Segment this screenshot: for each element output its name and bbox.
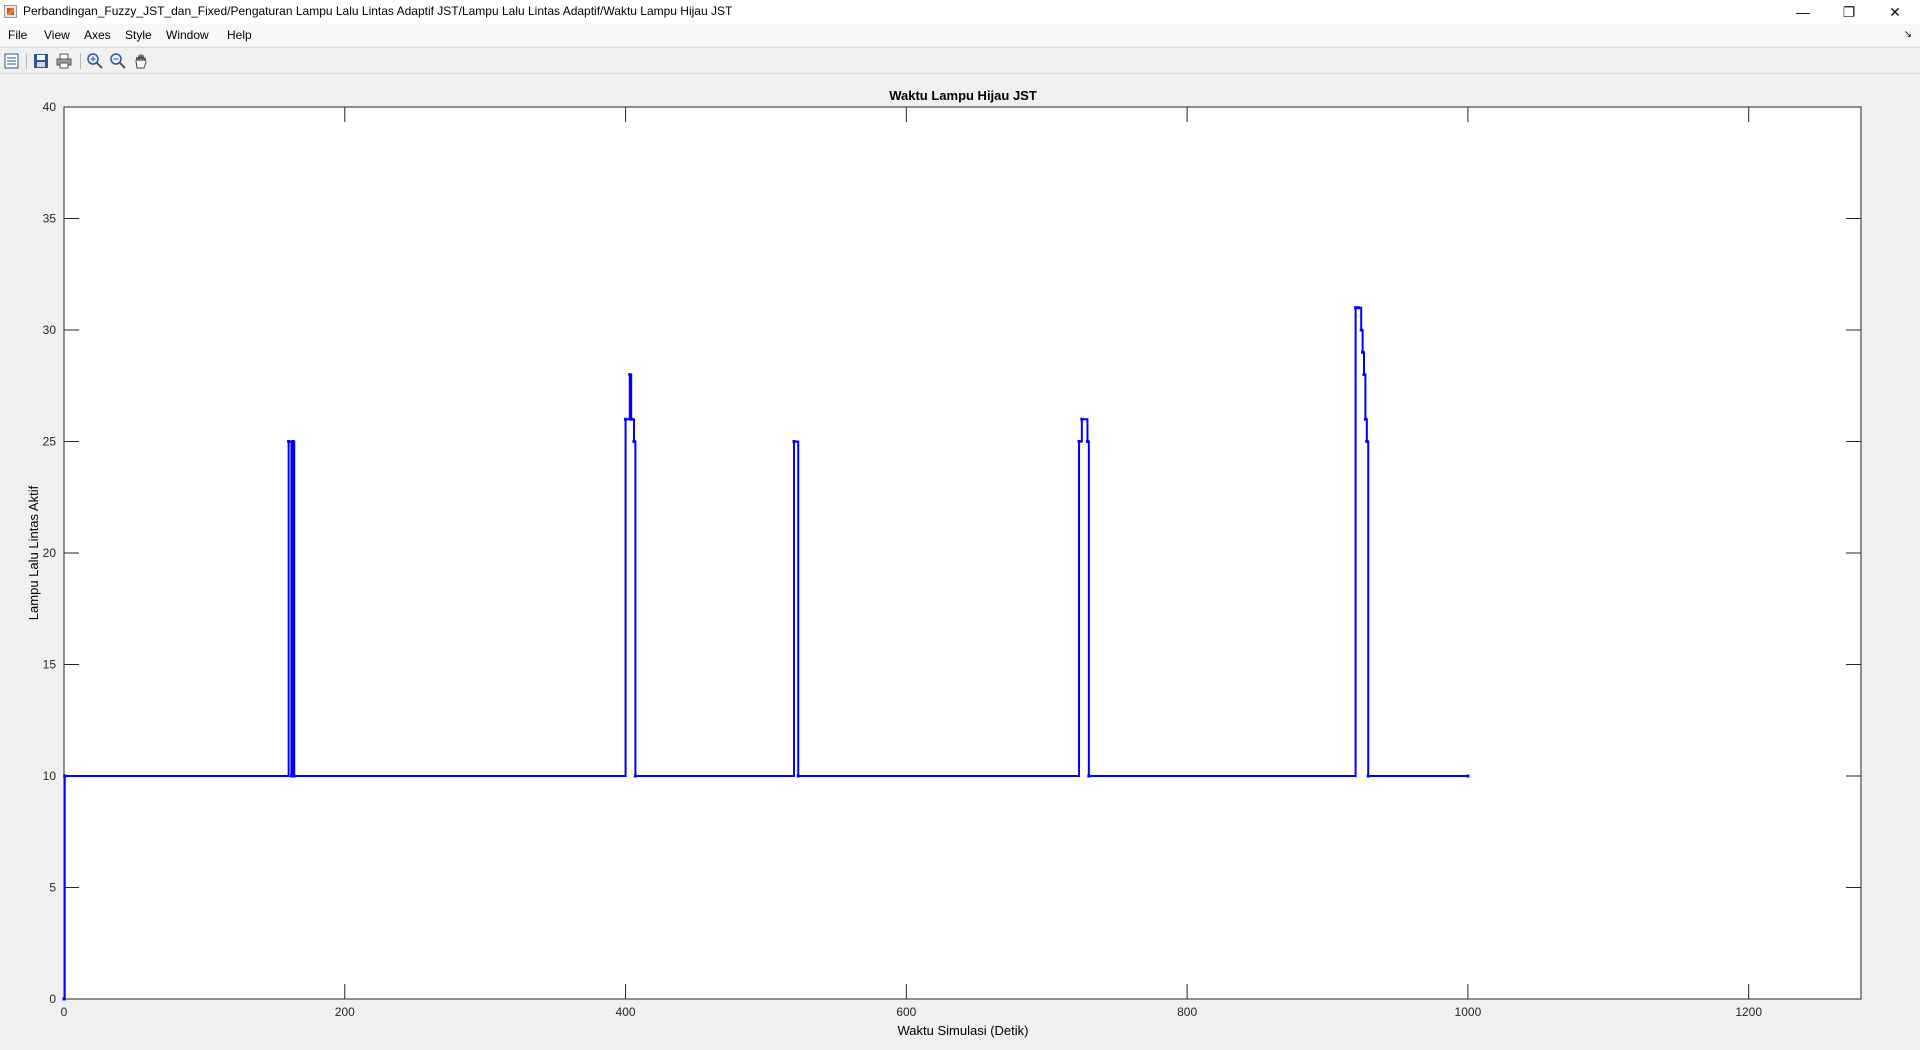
x-tick-label: 200 <box>335 1005 355 1019</box>
data-point <box>62 997 66 1001</box>
menu-bar: File View Axes Style Window Help ↘ <box>0 24 1920 46</box>
data-point <box>792 440 796 443</box>
data-point <box>63 774 67 778</box>
data-point <box>796 774 800 778</box>
data-point <box>1085 440 1089 443</box>
data-point <box>1087 774 1091 778</box>
chart-title: Waktu Lampu Hijau JST <box>889 88 1037 103</box>
plot-canvas[interactable]: 0 200 400 600 800 1000 1200 0 5 10 15 20 25 30 35 40 Wa… <box>0 74 1920 1050</box>
x-tick-label: 1200 <box>1735 1005 1762 1019</box>
x-tick-label: 1000 <box>1455 1005 1482 1019</box>
menu-window[interactable]: Window <box>166 28 209 42</box>
menu-axes[interactable]: Axes <box>84 28 111 42</box>
figure-area: 0 200 400 600 800 1000 1200 0 5 10 15 20 25 30 35 40 Wa… <box>0 74 1920 1050</box>
y-tick-label: 25 <box>43 435 57 449</box>
data-point <box>1362 373 1366 377</box>
data-point <box>628 373 632 377</box>
pan-icon[interactable] <box>132 52 150 70</box>
data-point <box>1366 774 1370 778</box>
data-point <box>287 440 291 443</box>
menu-view[interactable]: View <box>44 28 70 42</box>
minimize-button[interactable]: — <box>1780 0 1826 24</box>
x-axis-label: Waktu Simulasi (Detik) <box>898 1023 1029 1038</box>
zoom-in-icon[interactable] <box>86 52 104 70</box>
menu-style[interactable]: Style <box>125 28 152 42</box>
data-point <box>1356 306 1360 310</box>
x-tick-label: 400 <box>616 1005 636 1019</box>
toolbar <box>0 47 1920 74</box>
y-tick-label: 35 <box>43 212 57 226</box>
y-tick-label: 5 <box>49 881 56 895</box>
matlab-app-icon <box>4 5 17 18</box>
restore-button[interactable]: ❐ <box>1826 0 1872 24</box>
save-icon[interactable] <box>32 52 50 70</box>
window-titlebar: Perbandingan_Fuzzy_JST_dan_Fixed/Pengatu… <box>0 0 1920 24</box>
y-tick-label: 10 <box>43 769 57 783</box>
data-point <box>624 417 628 421</box>
x-tick-label: 0 <box>61 1005 68 1019</box>
data-point <box>291 440 295 443</box>
toolbar-separator <box>80 53 81 69</box>
data-point <box>1354 306 1358 310</box>
data-point <box>632 440 636 443</box>
y-tick-label: 30 <box>43 323 57 337</box>
menu-help[interactable]: Help <box>227 28 252 42</box>
y-tick-label: 40 <box>43 100 57 114</box>
axes-background <box>64 107 1861 999</box>
x-tick-label: 600 <box>896 1005 916 1019</box>
data-point <box>1365 440 1369 443</box>
data-point <box>633 774 637 778</box>
data-point <box>1361 350 1365 354</box>
menu-file[interactable]: File <box>8 28 27 42</box>
data-point <box>1077 440 1081 443</box>
x-tick-label: 800 <box>1177 1005 1197 1019</box>
y-tick-label: 20 <box>43 546 57 560</box>
data-point <box>292 774 296 778</box>
y-tick-label: 0 <box>49 992 56 1006</box>
data-point <box>1080 417 1084 421</box>
y-axis-label: Lampu Lalu Lintas Aktif <box>26 485 41 620</box>
axes-layer <box>63 106 1862 1000</box>
print-icon[interactable] <box>55 52 73 70</box>
data-point <box>1466 774 1470 778</box>
close-button[interactable]: ✕ <box>1872 0 1918 24</box>
parameters-icon[interactable] <box>3 52 21 70</box>
data-point <box>1359 328 1363 332</box>
data-point <box>289 774 293 778</box>
data-point <box>629 417 633 421</box>
data-point <box>1363 417 1367 421</box>
dock-arrow-icon[interactable]: ↘ <box>1904 29 1912 40</box>
toolbar-separator <box>26 53 27 69</box>
window-title: Perbandingan_Fuzzy_JST_dan_Fixed/Pengatu… <box>23 4 733 18</box>
zoom-out-icon[interactable] <box>109 52 127 70</box>
y-tick-label: 15 <box>43 658 57 672</box>
